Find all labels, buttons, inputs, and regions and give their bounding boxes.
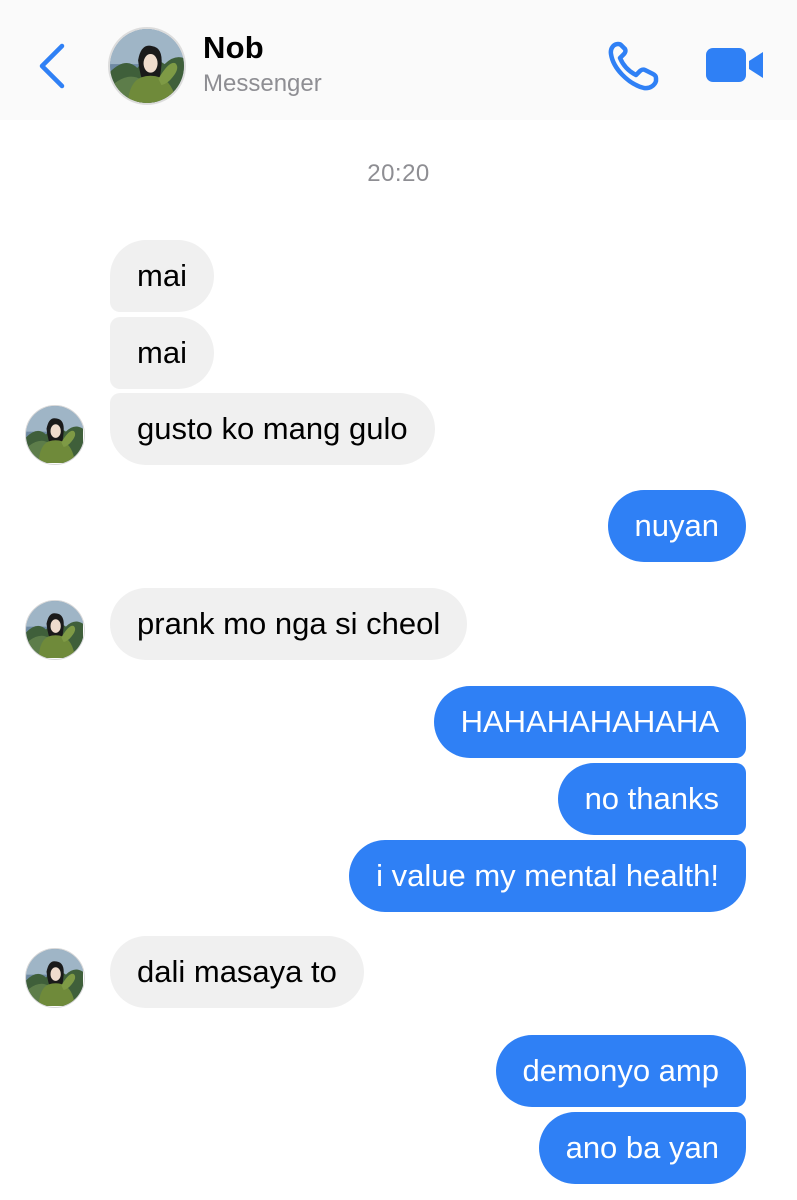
- outgoing-message-bubble[interactable]: HAHAHAHAHAHA: [433, 686, 746, 758]
- avatar-image: [110, 29, 184, 103]
- outgoing-message-bubble[interactable]: i value my mental health!: [349, 840, 746, 912]
- video-camera-icon: [706, 48, 763, 82]
- sender-avatar[interactable]: [25, 600, 85, 660]
- back-button[interactable]: [34, 40, 70, 92]
- incoming-message-bubble[interactable]: dali masaya to: [110, 936, 364, 1008]
- chevron-left-icon: [39, 43, 65, 89]
- outgoing-message-bubble[interactable]: nuyan: [607, 490, 746, 562]
- message-timestamp: 20:20: [367, 160, 430, 187]
- incoming-message-bubble[interactable]: gusto ko mang gulo: [110, 393, 435, 465]
- audio-call-button[interactable]: [604, 40, 662, 92]
- contact-subtitle: Messenger: [203, 70, 322, 97]
- video-call-button[interactable]: [704, 44, 766, 86]
- incoming-message-bubble[interactable]: mai: [110, 317, 214, 389]
- contact-name[interactable]: Nob: [203, 30, 264, 66]
- incoming-message-bubble[interactable]: prank mo nga si cheol: [110, 588, 468, 660]
- outgoing-message-bubble[interactable]: ano ba yan: [538, 1112, 746, 1184]
- avatar-image: [26, 949, 83, 1006]
- incoming-message-bubble[interactable]: mai: [110, 240, 214, 312]
- avatar-image: [26, 406, 83, 463]
- sender-avatar[interactable]: [25, 948, 85, 1008]
- conversation-header: Nob Messenger: [0, 0, 797, 120]
- phone-icon: [608, 41, 659, 91]
- outgoing-message-bubble[interactable]: no thanks: [557, 763, 746, 835]
- contact-avatar[interactable]: [108, 27, 186, 105]
- avatar-image: [26, 601, 83, 658]
- outgoing-message-bubble[interactable]: demonyo amp: [495, 1035, 746, 1107]
- sender-avatar[interactable]: [25, 405, 85, 465]
